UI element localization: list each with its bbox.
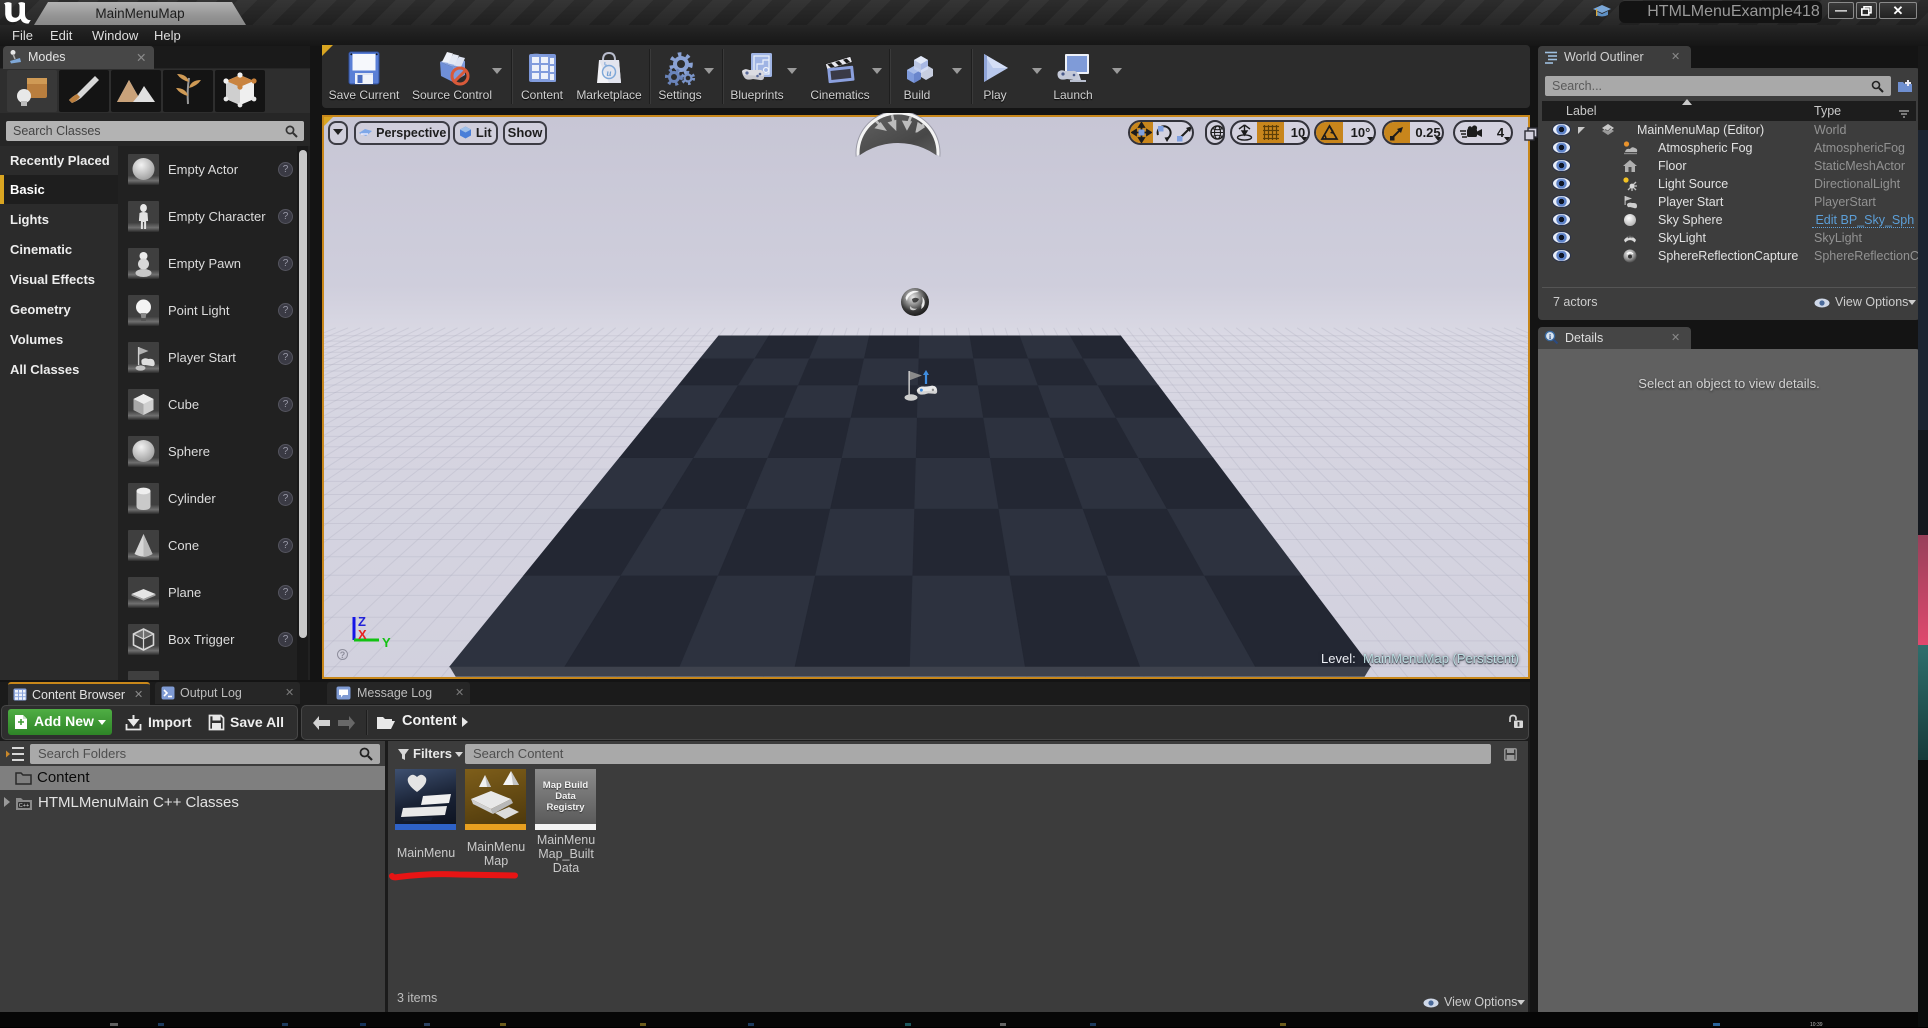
svg-text:i: i [1549, 332, 1551, 341]
svg-text:Y: Y [382, 635, 391, 650]
svg-text:X: X [358, 627, 367, 642]
svg-text:C++: C++ [19, 803, 29, 809]
svg-text:u: u [606, 68, 611, 78]
